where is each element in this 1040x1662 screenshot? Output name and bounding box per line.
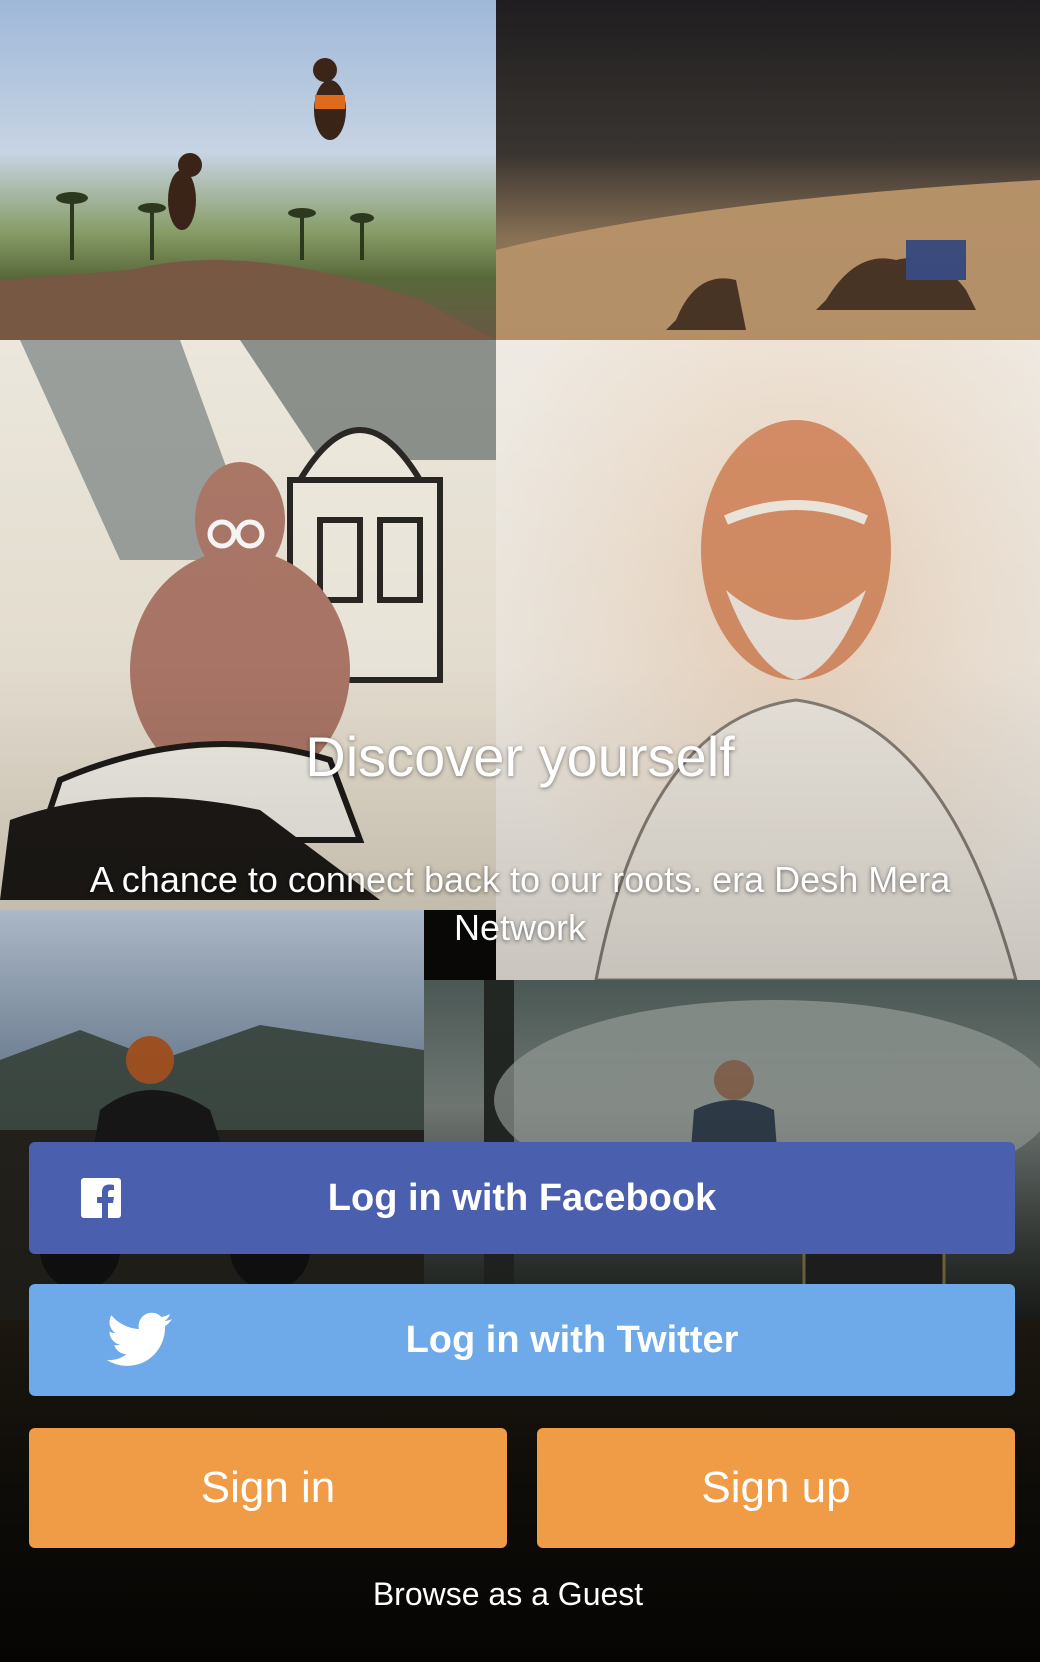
facebook-login-button[interactable]: Log in with Facebook [29,1142,1015,1254]
browse-as-guest-link[interactable]: Browse as a Guest [0,1570,1016,1618]
twitter-login-label: Log in with Twitter [405,1318,739,1361]
background-dim-overlay [0,0,1040,1662]
twitter-login-button[interactable]: Log in with Twitter [29,1284,1015,1396]
sign-in-button[interactable]: Sign in [29,1428,507,1548]
facebook-icon [81,1178,121,1218]
sign-up-label: Sign up [701,1463,851,1512]
twitter-icon [106,1312,173,1368]
facebook-login-label: Log in with Facebook [327,1176,717,1219]
hero-subtitle: A chance to connect back to our roots. e… [89,859,951,948]
hero-headline: Discover yourself [305,725,735,788]
sign-in-label: Sign in [200,1463,336,1512]
sign-up-button[interactable]: Sign up [537,1428,1015,1548]
